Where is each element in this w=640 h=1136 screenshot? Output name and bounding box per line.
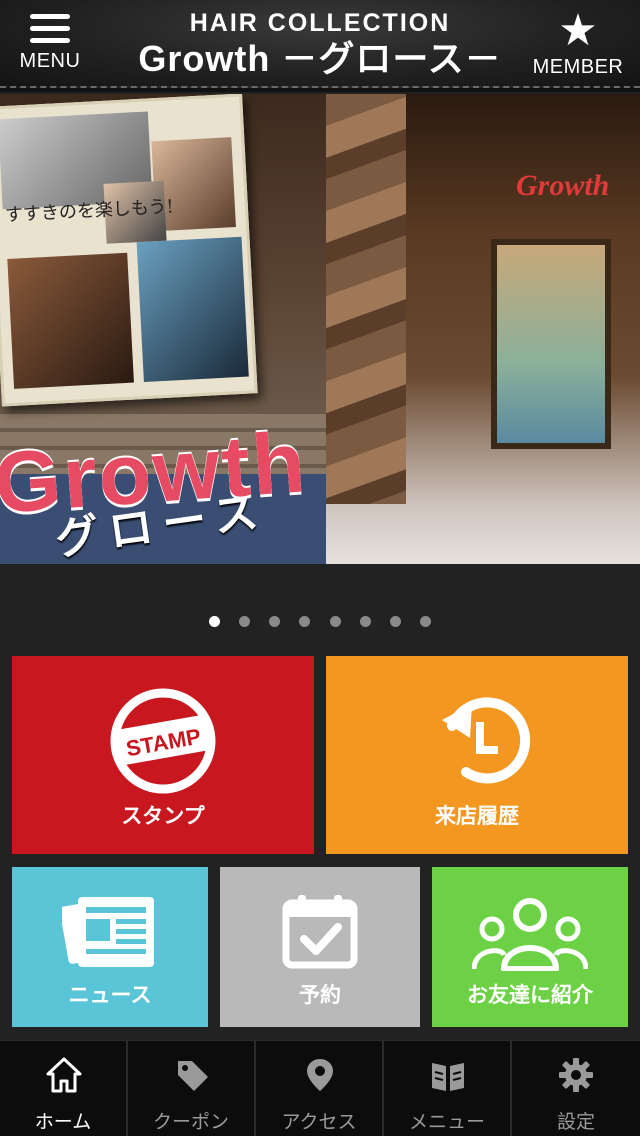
tab-settings-label: 設定: [556, 1111, 595, 1133]
shop-sign-text: Growth: [516, 169, 610, 202]
calendar-check-icon: [282, 895, 358, 969]
reserve-label: 予約: [299, 983, 341, 1007]
hero-slideshow[interactable]: すすきのを楽しもう! Growth グロース Growth: [0, 94, 640, 564]
stamp-label: スタンプ: [121, 804, 205, 828]
bottom-tab-bar: ホーム クーポン アクセス メニュー 設定: [0, 1040, 640, 1136]
member-button[interactable]: ★ MEMBER: [532, 8, 624, 80]
invite-friend-label: お友達に紹介: [467, 983, 593, 1007]
people-icon: [472, 898, 588, 971]
tab-menu-label: メニュー: [408, 1111, 485, 1133]
tab-settings[interactable]: 設定: [512, 1041, 640, 1136]
reserve-tile[interactable]: 予約: [220, 867, 420, 1027]
tab-home[interactable]: ホーム: [0, 1041, 128, 1136]
pager-dot[interactable]: [389, 616, 401, 627]
app-header: MENU HAIR COLLECTION Growth －グロース－ ★ MEM…: [0, 0, 640, 92]
hamburger-icon: [30, 14, 70, 44]
pager-dot[interactable]: [209, 616, 221, 627]
stamp-tile[interactable]: STAMP スタンプ: [12, 656, 314, 854]
history-tile[interactable]: 来店履歴: [326, 656, 628, 854]
pager-dot[interactable]: [239, 616, 251, 627]
pager-dot[interactable]: [419, 616, 431, 627]
star-icon: ★: [558, 5, 598, 56]
poster-image: すすきのを楽しもう!: [0, 94, 258, 407]
map-pin-icon: [307, 1059, 333, 1091]
tag-icon: [178, 1061, 208, 1091]
history-label: 来店履歴: [435, 804, 519, 828]
home-icon: [46, 1057, 82, 1093]
brand-title: Growth －グロース－: [138, 38, 502, 79]
news-tile[interactable]: ニュース: [12, 867, 208, 1027]
tab-coupon[interactable]: クーポン: [128, 1041, 256, 1136]
tab-coupon-label: クーポン: [152, 1111, 229, 1133]
slide-pager: [0, 612, 640, 632]
menu-label: MENU: [19, 50, 81, 72]
pager-dot[interactable]: [299, 616, 311, 627]
book-icon: [432, 1063, 464, 1091]
shop-window: [491, 239, 611, 449]
history-icon: [442, 697, 531, 784]
newspaper-icon: [62, 897, 154, 967]
brand-logo: HAIR COLLECTION Growth －グロース－: [130, 8, 510, 80]
hero-photo-storefront: Growth: [326, 94, 640, 564]
member-label: MEMBER: [532, 56, 624, 78]
pager-dot[interactable]: [269, 616, 281, 627]
pager-dot[interactable]: [359, 616, 371, 627]
tab-access-label: アクセス: [281, 1111, 357, 1133]
pager-dot[interactable]: [329, 616, 341, 627]
menu-button[interactable]: MENU: [16, 12, 84, 80]
news-label: ニュース: [68, 983, 152, 1007]
hero-photo-sign: すすきのを楽しもう! Growth グロース: [0, 94, 326, 564]
stamp-icon: STAMP: [110, 688, 216, 794]
gear-icon: [559, 1058, 593, 1092]
invite-friend-tile[interactable]: お友達に紹介: [432, 867, 628, 1027]
tab-home-label: ホーム: [34, 1111, 92, 1133]
brand-subtitle: HAIR COLLECTION: [189, 9, 451, 37]
tab-menu[interactable]: メニュー: [384, 1041, 512, 1136]
tab-access[interactable]: アクセス: [256, 1041, 384, 1136]
